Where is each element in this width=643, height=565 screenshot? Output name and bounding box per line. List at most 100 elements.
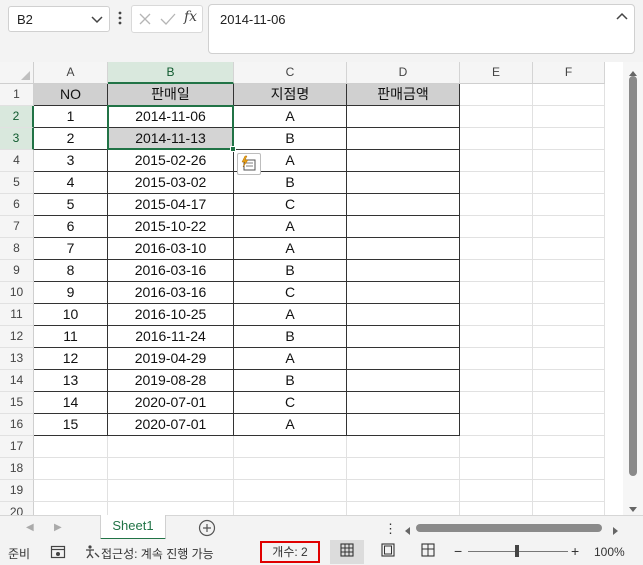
cell-a20[interactable]: [34, 502, 108, 515]
cell-a16[interactable]: 15: [34, 414, 108, 436]
cell-c7[interactable]: A: [234, 216, 347, 238]
name-box[interactable]: B2: [8, 6, 110, 32]
cell-e3[interactable]: [460, 128, 533, 150]
cell-e20[interactable]: [460, 502, 533, 515]
cell-c10[interactable]: C: [234, 282, 347, 304]
cell-b8[interactable]: 2016-03-10: [108, 238, 234, 260]
cell-f12[interactable]: [533, 326, 605, 348]
normal-view-icon[interactable]: [340, 543, 354, 560]
sheet-tab-sheet1[interactable]: Sheet1: [100, 515, 166, 540]
cell-b16[interactable]: 2020-07-01: [108, 414, 234, 436]
cell-f6[interactable]: [533, 194, 605, 216]
prev-sheet-icon[interactable]: ◀: [26, 522, 34, 533]
cell-e7[interactable]: [460, 216, 533, 238]
cell-a7[interactable]: 6: [34, 216, 108, 238]
cell-c15[interactable]: C: [234, 392, 347, 414]
cell-a14[interactable]: 13: [34, 370, 108, 392]
cell-c9[interactable]: B: [234, 260, 347, 282]
vertical-scroll-thumb[interactable]: [629, 76, 637, 476]
cell-b2[interactable]: 2014-11-06: [108, 106, 234, 128]
zoom-out-icon[interactable]: −: [454, 543, 462, 559]
cell-e18[interactable]: [460, 458, 533, 480]
cell-f2[interactable]: [533, 106, 605, 128]
horizontal-scroll-thumb[interactable]: [416, 524, 602, 532]
column-header-b[interactable]: B: [108, 62, 234, 84]
cell-c16[interactable]: A: [234, 414, 347, 436]
cell-e11[interactable]: [460, 304, 533, 326]
cell-a17[interactable]: [34, 436, 108, 458]
horizontal-scrollbar[interactable]: [400, 520, 625, 536]
row-header-1[interactable]: 1: [0, 84, 34, 106]
select-all-corner[interactable]: [0, 62, 34, 84]
row-header-14[interactable]: 14: [0, 370, 34, 392]
cell-f10[interactable]: [533, 282, 605, 304]
cell-e19[interactable]: [460, 480, 533, 502]
cell-c18[interactable]: [234, 458, 347, 480]
more-options-icon[interactable]: [114, 8, 126, 28]
scroll-left-icon[interactable]: [403, 524, 411, 539]
cell-b15[interactable]: 2020-07-01: [108, 392, 234, 414]
enter-check-icon[interactable]: [159, 10, 177, 31]
cell-a4[interactable]: 3: [34, 150, 108, 172]
cell-f4[interactable]: [533, 150, 605, 172]
zoom-level[interactable]: 100%: [594, 545, 625, 559]
insert-function-icon[interactable]: fx: [184, 9, 197, 25]
cell-f17[interactable]: [533, 436, 605, 458]
more-tabs-icon[interactable]: ⋮: [384, 521, 397, 537]
cell-c14[interactable]: B: [234, 370, 347, 392]
add-sheet-icon[interactable]: [198, 519, 216, 540]
accessibility-icon[interactable]: [84, 544, 100, 563]
cell-e6[interactable]: [460, 194, 533, 216]
cell-e8[interactable]: [460, 238, 533, 260]
cell-c6[interactable]: C: [234, 194, 347, 216]
cell-c8[interactable]: A: [234, 238, 347, 260]
selection-count[interactable]: 개수: 2: [260, 541, 320, 563]
row-header-9[interactable]: 9: [0, 260, 34, 282]
cell-c13[interactable]: A: [234, 348, 347, 370]
cell-f15[interactable]: [533, 392, 605, 414]
cell-c3[interactable]: B: [234, 128, 347, 150]
cell-c19[interactable]: [234, 480, 347, 502]
cell-e4[interactable]: [460, 150, 533, 172]
cell-d15[interactable]: [347, 392, 460, 414]
cell-f20[interactable]: [533, 502, 605, 515]
vertical-scrollbar[interactable]: [623, 62, 643, 515]
cell-a18[interactable]: [34, 458, 108, 480]
cell-c2[interactable]: A: [234, 106, 347, 128]
cell-d8[interactable]: [347, 238, 460, 260]
cell-d20[interactable]: [347, 502, 460, 515]
cell-d1[interactable]: 판매금액: [347, 84, 460, 106]
row-header-16[interactable]: 16: [0, 414, 34, 436]
row-header-13[interactable]: 13: [0, 348, 34, 370]
cell-f7[interactable]: [533, 216, 605, 238]
cell-e15[interactable]: [460, 392, 533, 414]
cell-f3[interactable]: [533, 128, 605, 150]
cell-a6[interactable]: 5: [34, 194, 108, 216]
cell-b18[interactable]: [108, 458, 234, 480]
cell-f16[interactable]: [533, 414, 605, 436]
row-header-12[interactable]: 12: [0, 326, 34, 348]
cell-e1[interactable]: [460, 84, 533, 106]
cell-f8[interactable]: [533, 238, 605, 260]
formula-input[interactable]: 2014-11-06: [208, 4, 635, 54]
cell-a19[interactable]: [34, 480, 108, 502]
cell-a8[interactable]: 7: [34, 238, 108, 260]
cell-b10[interactable]: 2016-03-16: [108, 282, 234, 304]
cell-d5[interactable]: [347, 172, 460, 194]
cell-b4[interactable]: 2015-02-26: [108, 150, 234, 172]
fill-handle[interactable]: [230, 146, 236, 152]
row-header-15[interactable]: 15: [0, 392, 34, 414]
cell-e14[interactable]: [460, 370, 533, 392]
cell-d11[interactable]: [347, 304, 460, 326]
cell-b5[interactable]: 2015-03-02: [108, 172, 234, 194]
chevron-down-icon[interactable]: [89, 11, 105, 30]
cell-d18[interactable]: [347, 458, 460, 480]
cell-b17[interactable]: [108, 436, 234, 458]
row-header-20[interactable]: 20: [0, 502, 34, 515]
cell-e2[interactable]: [460, 106, 533, 128]
cell-b20[interactable]: [108, 502, 234, 515]
cell-f11[interactable]: [533, 304, 605, 326]
zoom-in-icon[interactable]: +: [571, 543, 579, 559]
macro-record-icon[interactable]: [50, 545, 66, 562]
cell-d14[interactable]: [347, 370, 460, 392]
